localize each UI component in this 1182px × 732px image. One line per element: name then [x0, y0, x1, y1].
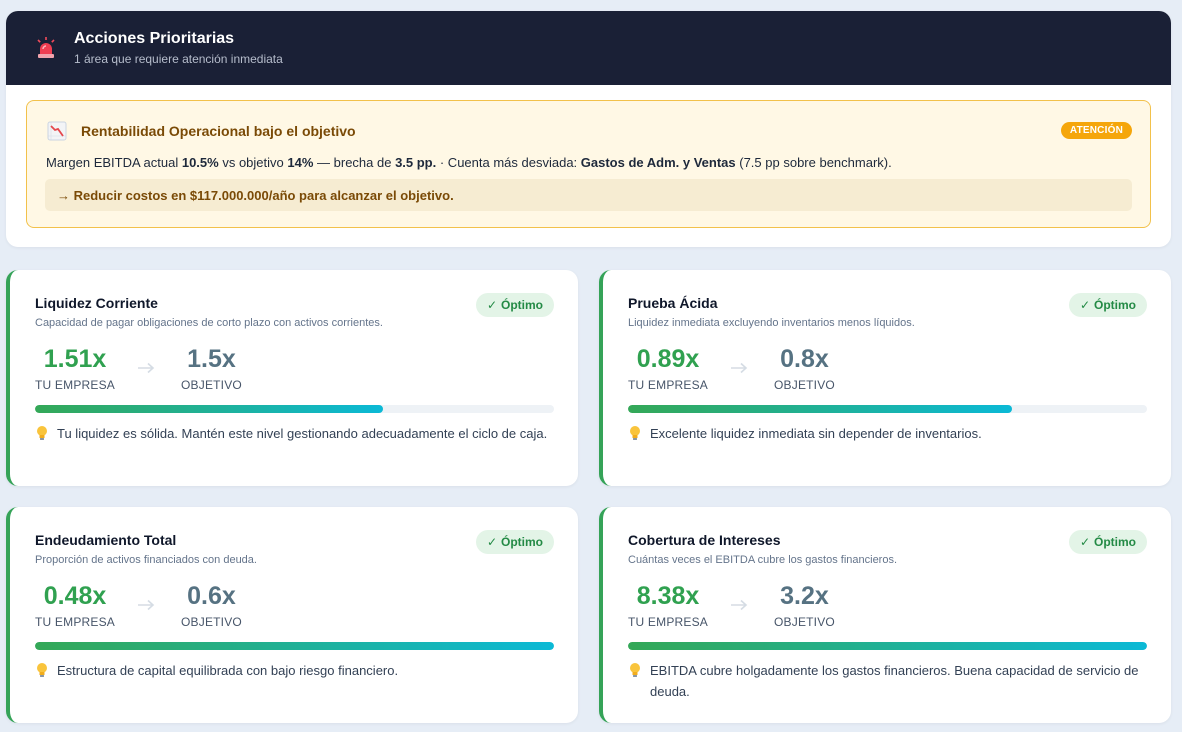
- tip: EBITDA cubre holgadamente los gastos fin…: [628, 660, 1150, 702]
- tip-text: Tu liquidez es sólida. Mantén este nivel…: [57, 426, 548, 441]
- metric-card-liquidez-corriente: Liquidez Corriente Capacidad de pagar ob…: [6, 270, 578, 486]
- current-margin: 10.5%: [181, 155, 219, 170]
- chart-decreasing-icon: [47, 121, 67, 141]
- lightbulb-icon: [37, 663, 47, 677]
- metric-description: Cuántas veces el EBITDA cubre los gastos…: [628, 554, 898, 566]
- target-value: 0.8x: [780, 345, 829, 373]
- tip: Estructura de capital equilibrada con ba…: [35, 660, 557, 681]
- metric-description: Capacidad de pagar obligaciones de corto…: [35, 317, 383, 329]
- company-value: 8.38x: [636, 582, 700, 610]
- target-label: OBJETIVO: [181, 615, 242, 629]
- target-value-block: 0.6x OBJETIVO: [181, 581, 242, 629]
- target-margin: 14%: [287, 155, 314, 170]
- company-value-block: 0.48x TU EMPRESA: [35, 581, 115, 629]
- target-value: 3.2x: [780, 582, 829, 610]
- progress-fill: [628, 642, 1147, 650]
- company-value: 1.51x: [43, 345, 107, 373]
- progress-fill: [628, 405, 1013, 413]
- arrow-right-icon: [731, 362, 748, 374]
- lightbulb-icon: [37, 426, 47, 440]
- company-value-block: 0.89x TU EMPRESA: [628, 344, 708, 392]
- tip-text: Excelente liquidez inmediata sin depende…: [650, 426, 982, 441]
- priority-actions-panel: Acciones Prioritarias 1 área que requier…: [6, 11, 1171, 247]
- metric-title: Endeudamiento Total: [35, 532, 177, 548]
- margin-gap: 3.5 pp.: [395, 155, 437, 170]
- metric-description: Liquidez inmediata excluyendo inventario…: [628, 317, 915, 329]
- progress-bar: [35, 642, 554, 650]
- tip-text: EBITDA cubre holgadamente los gastos fin…: [650, 663, 1139, 699]
- metric-title: Liquidez Corriente: [35, 295, 158, 311]
- attention-badge: ATENCIÓN: [1060, 122, 1132, 139]
- priority-header: Acciones Prioritarias 1 área que requier…: [6, 11, 1171, 85]
- arrow-right-icon: [138, 362, 155, 374]
- check-icon: ✓: [486, 298, 497, 312]
- progress-bar: [628, 405, 1147, 413]
- priority-title: Acciones Prioritarias: [74, 30, 235, 47]
- company-label: TU EMPRESA: [35, 378, 116, 392]
- deviated-account: Gastos de Adm. y Ventas: [580, 155, 736, 170]
- status-badge: ✓ Óptimo: [1068, 530, 1147, 554]
- target-label: OBJETIVO: [181, 378, 242, 392]
- priority-subtitle: 1 área que requiere atención inmediata: [74, 52, 283, 66]
- lightbulb-icon: [630, 426, 640, 440]
- lightbulb-icon: [630, 663, 640, 677]
- company-value-block: 1.51x TU EMPRESA: [35, 344, 115, 392]
- progress-fill: [35, 405, 383, 413]
- alert-title: Rentabilidad Operacional bajo el objetiv…: [81, 123, 356, 139]
- check-icon: ✓: [1079, 535, 1090, 549]
- metric-card-prueba-acida: Prueba Ácida Liquidez inmediata excluyen…: [599, 270, 1171, 486]
- company-value: 0.48x: [43, 582, 107, 610]
- progress-bar: [35, 405, 554, 413]
- target-label: OBJETIVO: [774, 378, 835, 392]
- status-badge: ✓ Óptimo: [1068, 293, 1147, 317]
- target-value: 1.5x: [187, 345, 236, 373]
- alert-card: Rentabilidad Operacional bajo el objetiv…: [26, 100, 1151, 228]
- alert-body: Margen EBITDA actual 10.5% vs objetivo 1…: [46, 155, 892, 170]
- progress-fill: [35, 642, 554, 650]
- arrow-right-icon: [731, 599, 748, 611]
- target-value-block: 0.8x OBJETIVO: [774, 344, 835, 392]
- status-badge: ✓ Óptimo: [475, 530, 554, 554]
- target-value-block: 3.2x OBJETIVO: [774, 581, 835, 629]
- metric-description: Proporción de activos financiados con de…: [35, 554, 257, 566]
- metric-title: Prueba Ácida: [628, 295, 718, 311]
- company-label: TU EMPRESA: [628, 615, 709, 629]
- target-label: OBJETIVO: [774, 615, 835, 629]
- company-label: TU EMPRESA: [628, 378, 709, 392]
- tip: Excelente liquidez inmediata sin depende…: [628, 423, 1150, 444]
- metric-title: Cobertura de Intereses: [628, 532, 781, 548]
- metric-card-endeudamiento-total: Endeudamiento Total Proporción de activo…: [6, 507, 578, 723]
- tip-text: Estructura de capital equilibrada con ba…: [57, 663, 399, 678]
- company-value: 0.89x: [636, 345, 700, 373]
- progress-bar: [628, 642, 1147, 650]
- alert-action: → Reducir costos en $117.000.000/año par…: [45, 179, 1132, 211]
- company-value-block: 8.38x TU EMPRESA: [628, 581, 708, 629]
- target-value-block: 1.5x OBJETIVO: [181, 344, 242, 392]
- check-icon: ✓: [486, 535, 497, 549]
- company-label: TU EMPRESA: [35, 615, 116, 629]
- target-value: 0.6x: [187, 582, 236, 610]
- siren-icon: [37, 37, 55, 58]
- metric-card-cobertura-intereses: Cobertura de Intereses Cuántas veces el …: [599, 507, 1171, 723]
- status-badge: ✓ Óptimo: [475, 293, 554, 317]
- check-icon: ✓: [1079, 298, 1090, 312]
- arrow-right-icon: [138, 599, 155, 611]
- tip: Tu liquidez es sólida. Mantén este nivel…: [35, 423, 557, 444]
